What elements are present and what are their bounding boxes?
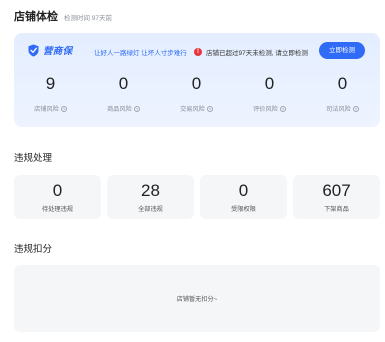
stat-value: 9: [45, 74, 56, 93]
stat-review-risk[interactable]: 0 评价风险 ?: [233, 74, 306, 113]
question-icon[interactable]: ?: [279, 105, 286, 112]
brand: 营商保: [28, 43, 72, 57]
violation-cards: 0 待处理违规 28 全部违规 0 受限权限 607 下架商品: [14, 175, 380, 219]
card-value: 0: [238, 181, 249, 200]
card-pending-violations[interactable]: 0 待处理违规: [14, 175, 101, 219]
risk-panel: 营商保 让好人一路绿灯 让坏人寸步难行 ! 店铺已超过97天未检测, 请立即检测…: [14, 33, 380, 127]
stat-value: 0: [118, 74, 129, 93]
check-now-button[interactable]: 立即检测: [319, 42, 365, 59]
stat-label: 司法风险: [326, 106, 351, 113]
check-alert: ! 店铺已超过97天未检测, 请立即检测: [194, 47, 308, 57]
question-icon[interactable]: ?: [206, 105, 213, 112]
page-header: 店铺体检 检测时间 97天前: [14, 8, 112, 24]
page-title: 店铺体检: [14, 11, 58, 23]
question-icon[interactable]: ?: [133, 105, 140, 112]
stat-value: 0: [264, 74, 275, 93]
card-value: 607: [322, 181, 351, 200]
stat-label: 商品风险: [107, 106, 132, 113]
stat-product-risk[interactable]: 0 商品风险 ?: [87, 74, 160, 113]
stat-value: 0: [337, 74, 348, 93]
violations-section-title: 违规处理: [14, 153, 53, 164]
empty-state-text: 店铺暂无扣分~: [176, 296, 218, 303]
last-check-time: 检测时间 97天前: [64, 15, 113, 22]
shield-logo-icon: [28, 44, 39, 56]
card-label: 待处理违规: [42, 206, 73, 213]
risk-stats: 9 店铺风险 ? 0 商品风险 ? 0 交易风险 ? 0 评价风险 ? 0 司法…: [14, 74, 380, 113]
card-value: 28: [141, 181, 160, 200]
brand-name: 营商保: [43, 46, 73, 57]
card-all-violations[interactable]: 28 全部违规: [107, 175, 194, 219]
stat-value: 0: [191, 74, 202, 93]
stat-label: 店铺风险: [34, 106, 59, 113]
stat-label: 评价风险: [253, 106, 278, 113]
alert-text: 店铺已超过97天未检测, 请立即检测: [206, 50, 308, 57]
stat-trade-risk[interactable]: 0 交易风险 ?: [160, 74, 233, 113]
stat-label: 交易风险: [180, 106, 205, 113]
card-restricted-permissions[interactable]: 0 受限权限: [200, 175, 287, 219]
card-delisted-products[interactable]: 607 下架商品: [293, 175, 380, 219]
card-label: 受限权限: [231, 206, 256, 213]
card-value: 0: [52, 181, 63, 200]
deductions-panel: 店铺暂无扣分~: [14, 265, 380, 332]
exclamation-icon: !: [194, 48, 202, 56]
stat-judicial-risk[interactable]: 0 司法风险 ?: [306, 74, 379, 113]
brand-slogan: 让好人一路绿灯 让坏人寸步难行: [94, 50, 187, 57]
deductions-section-title: 违规扣分: [14, 244, 53, 255]
card-label: 下架商品: [324, 206, 349, 213]
question-icon[interactable]: ?: [352, 105, 359, 112]
card-label: 全部违规: [138, 206, 163, 213]
question-icon[interactable]: ?: [60, 105, 67, 112]
stat-store-risk[interactable]: 9 店铺风险 ?: [14, 74, 87, 113]
